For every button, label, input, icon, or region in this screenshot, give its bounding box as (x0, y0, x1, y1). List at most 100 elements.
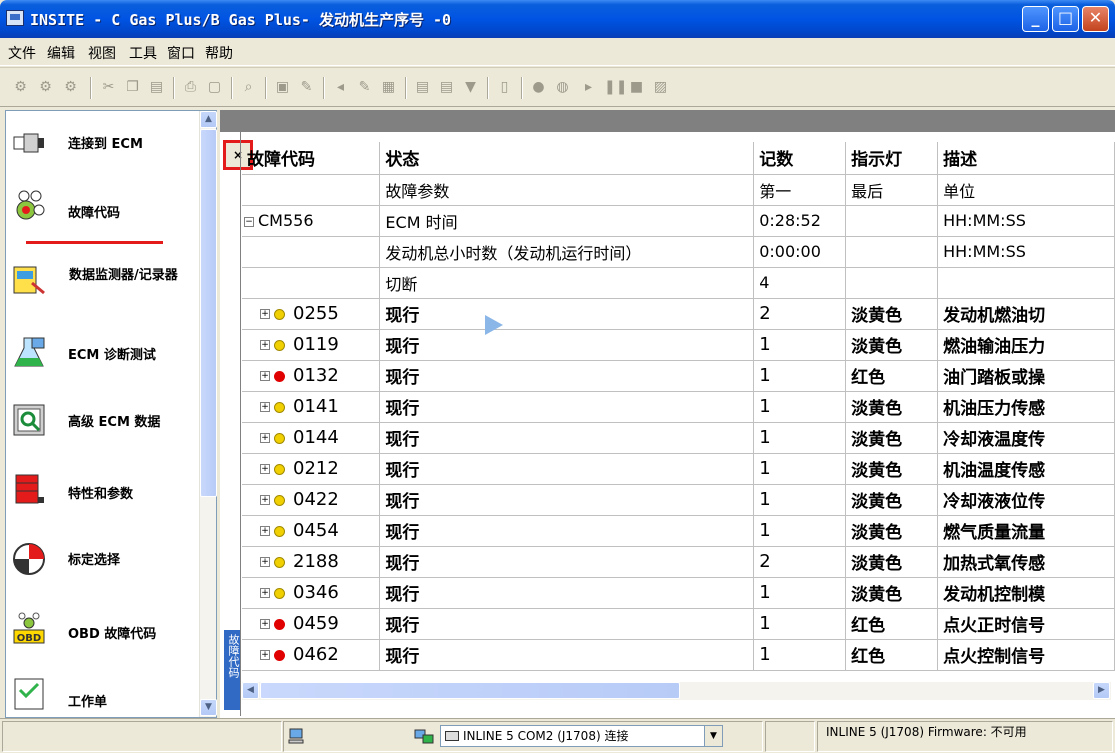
tool-refresh-icon[interactable]: ⚙ (62, 79, 79, 96)
expand-icon[interactable]: + (260, 588, 270, 598)
export-icon[interactable]: ▣ (274, 79, 291, 96)
app-icon[interactable] (6, 10, 24, 26)
expand-icon[interactable]: + (260, 557, 270, 567)
table-row[interactable]: +0141 现行 1 淡黄色 机油压力传感 (242, 391, 1115, 423)
table-row[interactable]: +0144 现行 1 淡黄色 冷却液温度传 (242, 422, 1115, 454)
window-icon[interactable]: ▯ (496, 79, 513, 96)
table-row[interactable]: +0422 现行 1 淡黄色 冷却液液位传 (242, 484, 1115, 516)
tab-fault-codes[interactable]: 故障代码 (224, 630, 240, 710)
table-row[interactable]: +0119 现行 1 淡黄色 燃油输油压力 (242, 329, 1115, 361)
column-header-status[interactable]: 状态 (379, 142, 755, 175)
fault-code-cell[interactable]: +0255 (242, 298, 381, 330)
fault-code-cell[interactable]: +0141 (242, 391, 381, 423)
column-header-description[interactable]: 描述 (937, 142, 1115, 175)
scroll-right-icon[interactable]: ▶ (1093, 682, 1110, 699)
expand-icon[interactable]: + (260, 526, 270, 536)
play-icon[interactable]: ▸ (580, 79, 597, 96)
menu-window[interactable]: 窗口 (167, 43, 195, 63)
sidebar-item-data-monitor[interactable]: 数据监测器/记录器 (6, 251, 199, 311)
settings-icon[interactable]: ✎ (298, 79, 315, 96)
table-row[interactable]: +0255 现行 2 淡黄色 发动机燃油切 (242, 298, 1115, 330)
table-row[interactable]: +0212 现行 1 淡黄色 机油温度传感 (242, 453, 1115, 485)
scroll-down-icon[interactable]: ▼ (200, 699, 217, 716)
table-hscrollbar[interactable]: ◀ ▶ (242, 682, 1111, 700)
close-button[interactable]: ✕ (1082, 6, 1109, 32)
expand-icon[interactable]: + (260, 619, 270, 629)
column-header-code[interactable]: 故障代码 (242, 142, 381, 175)
sound-icon[interactable]: ◂ (332, 79, 349, 96)
title-bar[interactable]: INSITE - C Gas Plus/B Gas Plus- 发动机生产序号 … (0, 0, 1115, 38)
table-row[interactable]: +2188 现行 2 淡黄色 加热式氧传感 (242, 546, 1115, 578)
expand-icon[interactable]: + (260, 464, 270, 474)
collapse-icon[interactable]: − (244, 216, 254, 227)
column-header-lamp[interactable]: 指示灯 (845, 142, 939, 175)
expand-icon[interactable]: + (260, 402, 270, 412)
expand-icon[interactable]: + (260, 340, 270, 350)
table-row[interactable]: +0346 现行 1 淡黄色 发动机控制模 (242, 577, 1115, 609)
scroll-thumb[interactable] (200, 129, 217, 497)
table-row[interactable]: +0454 现行 1 淡黄色 燃气质量流量 (242, 515, 1115, 547)
sidebar-item-calibration[interactable]: 标定选择 (6, 534, 199, 594)
sidebar-scrollbar[interactable]: ▲ ▼ (199, 111, 217, 717)
fault-code-cell[interactable]: +0144 (242, 422, 381, 454)
sidebar-item-advanced-ecm[interactable]: 高级 ECM 数据 (6, 391, 199, 451)
menu-help[interactable]: 帮助 (205, 43, 233, 63)
sidebar-item-obd[interactable]: OBD OBD 故障代码 (6, 601, 199, 661)
sidebar-item-worksheet[interactable]: 工作单 (6, 666, 199, 716)
maximize-button[interactable]: □ (1052, 6, 1079, 32)
menu-tools[interactable]: 工具 (129, 43, 157, 63)
expand-icon[interactable]: + (260, 371, 270, 381)
menu-view[interactable]: 视图 (88, 43, 116, 63)
scroll-left-icon[interactable]: ◀ (242, 682, 259, 699)
expand-icon[interactable]: + (260, 495, 270, 505)
group-code-cell[interactable]: − CM556 (242, 205, 381, 237)
group-row[interactable]: − CM556 ECM 时间 0:28:52 HH:MM:SS (242, 205, 1115, 237)
fault-code-cell[interactable]: +0132 (242, 360, 381, 392)
expand-icon[interactable]: + (260, 433, 270, 443)
cut-icon[interactable]: ✂ (100, 79, 117, 96)
find-icon[interactable]: ⌕ (240, 79, 257, 96)
report-icon[interactable]: ▤ (414, 79, 431, 96)
menu-edit[interactable]: 编辑 (47, 43, 75, 63)
pause-icon[interactable]: ❚❚ (604, 79, 627, 96)
fault-code-cell[interactable]: +0119 (242, 329, 381, 361)
expand-icon[interactable]: + (260, 650, 270, 660)
table-row[interactable]: +0132 现行 1 红色 油门踏板或操 (242, 360, 1115, 392)
fault-code-cell[interactable]: +2188 (242, 546, 381, 578)
fault-code-cell[interactable]: +0346 (242, 577, 381, 609)
record-icon[interactable]: ● (530, 79, 547, 96)
chevron-down-icon[interactable]: ▼ (704, 726, 722, 746)
filter-icon[interactable]: ▼ (462, 79, 479, 96)
database-icon[interactable]: ▦ (380, 79, 397, 96)
report2-icon[interactable]: ▤ (438, 79, 455, 96)
fault-code-cell[interactable]: +0422 (242, 484, 381, 516)
paste-icon[interactable]: ▤ (148, 79, 165, 96)
print-preview-icon[interactable]: ▢ (206, 79, 223, 96)
sidebar-item-fault-codes[interactable]: 故障代码 (6, 174, 199, 234)
hscroll-thumb[interactable] (260, 682, 680, 699)
copy-icon[interactable]: ❐ (124, 79, 141, 96)
fault-code: 2188 (293, 551, 339, 572)
fault-code-cell[interactable]: +0212 (242, 453, 381, 485)
menu-file[interactable]: 文件 (8, 43, 36, 63)
minimize-button[interactable]: _ (1022, 6, 1049, 32)
print-icon[interactable]: ⎙ (182, 79, 199, 96)
fault-code-cell[interactable]: +0454 (242, 515, 381, 547)
stop-record-icon[interactable]: ◍ (554, 79, 571, 96)
fault-code-cell[interactable]: +0462 (242, 639, 381, 671)
table-row[interactable]: +0462 现行 1 红色 点火控制信号 (242, 639, 1115, 671)
sidebar-item-features[interactable]: 特性和参数 (6, 459, 199, 519)
edit-icon[interactable]: ✎ (356, 79, 373, 96)
column-header-count[interactable]: 记数 (753, 142, 847, 175)
sidebar-item-ecm-diag[interactable]: ECM 诊断测试 (6, 324, 199, 384)
sidebar-item-connect[interactable]: 连接到 ECM (6, 114, 199, 174)
tool-connect-icon[interactable]: ⚙ (12, 79, 29, 96)
scroll-up-icon[interactable]: ▲ (200, 111, 217, 128)
snapshot-icon[interactable]: ▨ (652, 79, 669, 96)
stop-icon[interactable]: ■ (628, 79, 645, 96)
connection-select[interactable]: INLINE 5 COM2 (J1708) 连接 ▼ (440, 725, 723, 747)
tool-disconnect-icon[interactable]: ⚙ (37, 79, 54, 96)
expand-icon[interactable]: + (260, 309, 270, 319)
table-row[interactable]: +0459 现行 1 红色 点火正时信号 (242, 608, 1115, 640)
fault-code-cell[interactable]: +0459 (242, 608, 381, 640)
